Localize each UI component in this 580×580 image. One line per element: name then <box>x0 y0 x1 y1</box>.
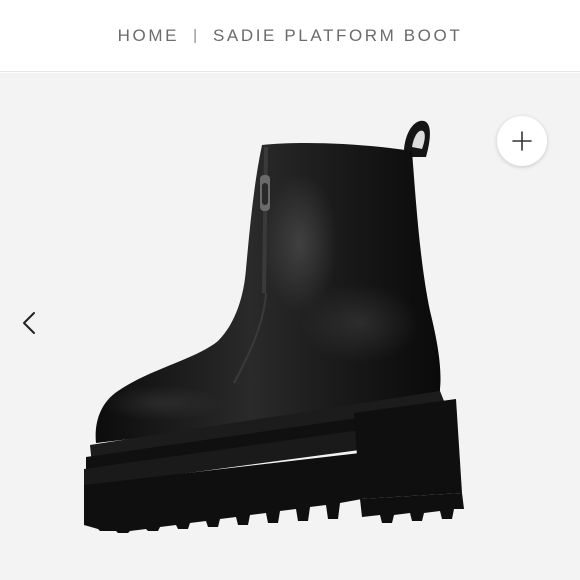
breadcrumb: HOME | SADIE PLATFORM BOOT <box>0 0 580 72</box>
breadcrumb-current: SADIE PLATFORM BOOT <box>212 25 463 45</box>
breadcrumb-separator: | <box>193 27 197 44</box>
chevron-left-icon <box>23 312 35 334</box>
product-image[interactable] <box>0 73 580 580</box>
previous-image-button[interactable] <box>14 307 46 339</box>
plus-icon <box>512 131 532 151</box>
product-image-gallery <box>0 73 580 580</box>
breadcrumb-home-link[interactable]: HOME <box>118 26 179 46</box>
zoom-button[interactable] <box>497 116 547 166</box>
